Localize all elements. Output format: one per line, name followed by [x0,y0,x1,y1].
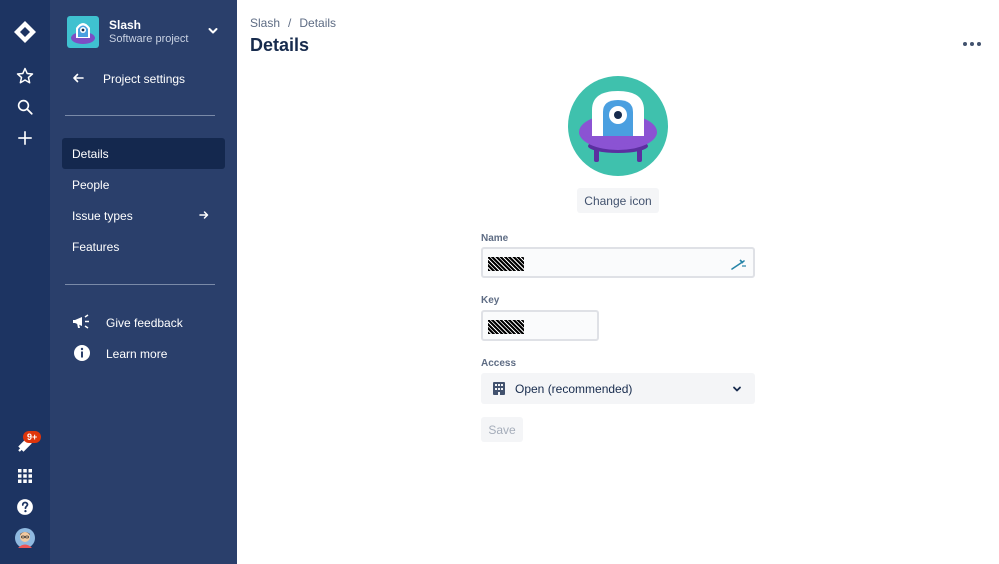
user-avatar[interactable] [12,525,38,551]
project-type: Software project [109,33,189,45]
search-icon[interactable] [12,94,38,120]
footer-item-label: Give feedback [106,316,183,330]
project-icon-preview [568,76,668,176]
learn-more-link[interactable]: Learn more [72,339,222,365]
breadcrumb: Slash / Details [250,16,336,30]
chevron-down-icon[interactable] [206,24,220,38]
info-icon [74,345,90,361]
create-plus-icon[interactable] [12,125,38,151]
breadcrumb-project-link[interactable]: Slash [250,16,280,30]
sidebar-item-details[interactable]: Details [62,138,225,169]
save-button[interactable]: Save [481,417,523,442]
project-avatar [67,16,99,48]
project-switcher[interactable]: Slash Software project [67,16,227,48]
building-icon [493,382,505,395]
sidebar-item-label: Features [72,240,120,254]
sidebar-item-issue-types[interactable]: Issue types [62,200,225,231]
breadcrumb-current[interactable]: Details [299,16,336,30]
sidebar-item-people[interactable]: People [62,169,225,200]
redacted-text [488,257,524,271]
project-sidebar: Slash Software project Project settings … [50,0,237,564]
page-title: Details [250,35,310,55]
key-label: Key [481,295,500,306]
notification-badge: 9+ [23,431,42,443]
edit-pen-icon[interactable] [730,257,748,271]
chevron-down-icon [733,386,741,392]
name-label: Name [481,233,509,244]
access-value: Open (recommended) [515,382,633,396]
redacted-text [488,320,524,334]
sidebar-divider [65,115,215,116]
star-icon[interactable] [12,63,38,89]
give-feedback-link[interactable]: Give feedback [72,308,222,334]
back-label: Project settings [103,72,186,86]
footer-item-label: Learn more [106,347,168,361]
sidebar-divider [65,284,215,285]
access-select[interactable]: Open (recommended) [481,373,755,404]
breadcrumb-separator: / [288,16,292,30]
sidebar-item-label: Issue types [72,209,133,223]
app-switcher-icon[interactable] [12,463,38,489]
more-actions-icon[interactable] [962,38,982,50]
project-name: Slash [109,18,142,32]
back-to-project-settings[interactable]: Project settings [68,66,228,92]
arrow-right-icon [199,211,209,219]
sidebar-item-label: People [72,178,110,192]
access-label: Access [481,358,517,369]
jira-logo-icon[interactable] [12,19,38,45]
sidebar-item-features[interactable]: Features [62,231,225,262]
arrow-left-icon [73,73,84,83]
sidebar-item-label: Details [72,147,109,161]
megaphone-icon [73,314,89,329]
help-icon[interactable] [12,494,38,520]
change-icon-button[interactable]: Change icon [577,188,659,213]
global-navigation: 9+ [0,0,50,564]
